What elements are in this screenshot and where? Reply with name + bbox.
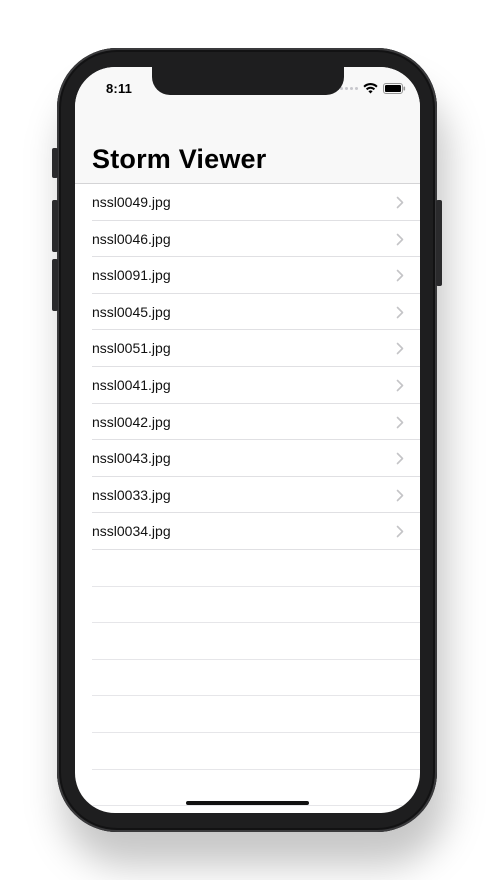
list-item[interactable]: nssl0046.jpg — [75, 221, 420, 258]
chevron-right-icon — [396, 269, 404, 282]
list-item[interactable]: nssl0042.jpg — [75, 404, 420, 441]
screen: Storm Viewer 8:11 nssl0049.jpg nssl0046.… — [75, 67, 420, 813]
list-item[interactable]: nssl0041.jpg — [75, 367, 420, 404]
status-bar-time: 8:11 — [106, 81, 133, 96]
list-item[interactable]: nssl0051.jpg — [75, 330, 420, 367]
status-bar-indicators — [340, 81, 406, 95]
list-item-label: nssl0051.jpg — [92, 340, 171, 357]
list-item-label: nssl0049.jpg — [92, 194, 171, 210]
list-item-label: nssl0091.jpg — [92, 267, 171, 284]
chevron-right-icon — [396, 233, 404, 245]
volume-down-button — [52, 259, 58, 311]
pictures-table: nssl0049.jpg nssl0046.jpg nssl0091.jpg n… — [75, 184, 420, 806]
chevron-right-icon — [396, 416, 404, 428]
list-item-label: nssl0045.jpg — [92, 303, 171, 320]
chevron-right-icon — [396, 379, 404, 392]
chevron-right-icon — [396, 343, 404, 355]
power-button — [436, 200, 442, 286]
cellular-signal-icon — [340, 86, 358, 90]
list-item-label: nssl0043.jpg — [92, 450, 171, 467]
chevron-right-icon — [396, 452, 404, 465]
empty-table-row — [75, 696, 420, 733]
empty-table-row — [75, 623, 420, 660]
chevron-right-icon — [396, 526, 404, 538]
home-indicator[interactable] — [186, 801, 309, 805]
list-item-label: nssl0046.jpg — [92, 230, 171, 247]
list-item[interactable]: nssl0043.jpg — [75, 440, 420, 477]
list-item-label: nssl0034.jpg — [92, 523, 171, 540]
list-item[interactable]: nssl0045.jpg — [75, 294, 420, 331]
chevron-right-icon — [396, 306, 404, 319]
empty-table-row — [75, 550, 420, 587]
chevron-right-icon — [396, 489, 404, 502]
mute-switch — [52, 148, 58, 178]
list-item[interactable]: nssl0034.jpg — [75, 513, 420, 550]
empty-table-row — [75, 733, 420, 770]
list-item[interactable]: nssl0033.jpg — [75, 477, 420, 514]
list-item[interactable]: nssl0091.jpg — [75, 257, 420, 294]
wifi-icon — [363, 82, 378, 93]
empty-table-row — [75, 660, 420, 697]
device-notch — [152, 67, 344, 95]
empty-table-row — [75, 587, 420, 624]
list-item-label: nssl0041.jpg — [92, 376, 171, 393]
list-item-label: nssl0042.jpg — [92, 413, 171, 430]
page-title: Storm Viewer — [92, 144, 267, 174]
list-item-label: nssl0033.jpg — [92, 486, 171, 503]
list-item[interactable]: nssl0049.jpg — [75, 184, 420, 221]
battery-icon — [383, 82, 406, 94]
chevron-right-icon — [396, 196, 404, 209]
volume-up-button — [52, 200, 58, 252]
